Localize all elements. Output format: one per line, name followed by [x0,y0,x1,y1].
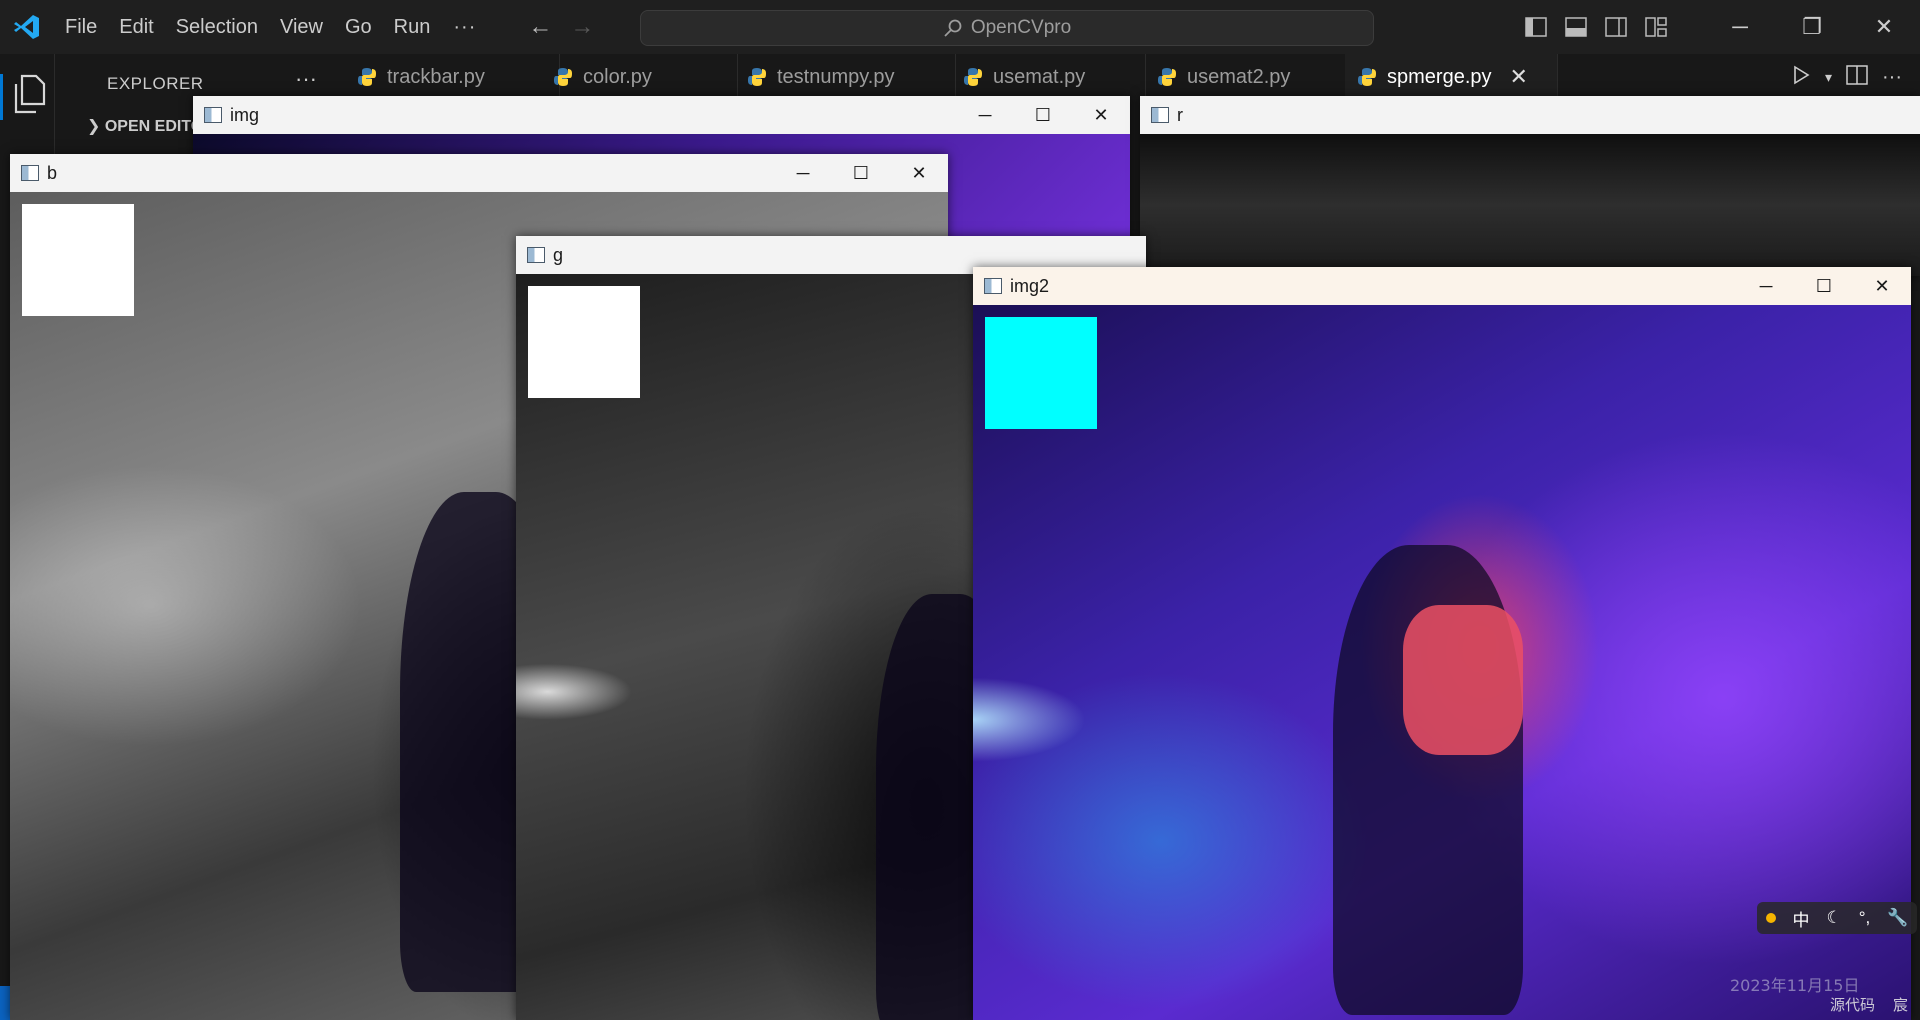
tab-label: testnumpy.py [777,65,895,88]
tab-color[interactable]: color.py [541,54,738,100]
maximize-icon[interactable]: ☐ [832,154,890,192]
tab-label: spmerge.py [1387,65,1492,88]
watermark-date: 2023年11月15日 [1730,976,1860,995]
remote-indicator[interactable] [0,986,10,1020]
cv-window-titlebar[interactable]: b ─ ☐ ✕ [10,154,948,193]
cv-window-title: b [47,162,58,183]
explorer-icon[interactable] [12,74,46,119]
opencv-app-icon [527,247,545,263]
minimize-icon[interactable]: ─ [956,96,1014,134]
explorer-title: EXPLORER [107,74,204,93]
python-file-icon [748,68,766,86]
editor-actions: ▾ ··· [1791,54,1920,100]
customize-layout-icon[interactable] [1636,0,1676,54]
tab-close-icon[interactable]: ✕ [1510,64,1528,90]
ime-toolbar[interactable]: 中 ☾ °, 🔧 [1757,902,1917,934]
search-text: OpenCVpro [970,17,1072,38]
run-python-icon[interactable] [1791,65,1811,90]
python-file-icon [358,68,376,86]
cv-window-title: img2 [1010,275,1050,296]
menu-go[interactable]: Go [334,0,383,54]
color-swatch [22,204,134,316]
maximize-icon[interactable]: ☐ [1795,267,1853,305]
maximize-icon[interactable]: ☐ [1014,96,1072,134]
close-icon[interactable]: ✕ [1072,96,1130,134]
opencv-app-icon [21,165,39,181]
cv-window-titlebar[interactable]: img2 ─ ☐ ✕ [973,267,1911,306]
punctuation-icon[interactable]: °, [1859,908,1871,928]
split-editor-icon[interactable] [1846,64,1868,90]
performer-shirt [1403,605,1523,755]
opencv-app-icon [204,107,222,123]
toggle-primary-sidebar-icon[interactable] [1516,0,1556,54]
forward-arrow-icon[interactable]: → [570,13,594,41]
ime-language[interactable]: 中 [1793,906,1810,931]
image-canvas [1140,134,1920,276]
vscode-logo-icon [0,0,54,54]
minimize-icon[interactable]: ─ [1704,0,1776,54]
python-file-icon [1358,68,1376,86]
watermark-name: 宸 [1893,996,1909,1014]
color-swatch [528,286,640,398]
cv-window-title: img [230,104,260,125]
wrench-icon[interactable]: 🔧 [1887,908,1908,928]
explorer-more-actions[interactable]: ··· [295,66,317,92]
cv-window-title: r [1177,104,1183,125]
tab-testnumpy[interactable]: testnumpy.py [735,54,956,100]
tab-usemat2[interactable]: usemat2.py [1145,54,1348,100]
menu-edit[interactable]: Edit [108,0,164,54]
chevron-down-icon[interactable]: ▾ [1825,69,1832,86]
active-indicator [0,74,3,120]
tab-label: usemat2.py [1187,65,1291,88]
python-file-icon [1158,68,1176,86]
tab-spmerge[interactable]: spmerge.py ✕ [1345,54,1558,100]
editor-tab-bar: trackbar.py color.py testnumpy.py usemat… [345,54,1920,100]
opencv-app-icon [1151,107,1169,123]
tab-usemat[interactable]: usemat.py [951,54,1146,100]
cv-window-title: g [553,244,564,265]
watermark-source: 源代码 [1830,996,1876,1014]
color-swatch [985,317,1097,429]
tab-trackbar[interactable]: trackbar.py [345,54,560,100]
menu-more-button[interactable]: ··· [441,16,488,39]
close-icon[interactable]: ✕ [890,154,948,192]
more-actions-icon[interactable]: ··· [1882,66,1902,89]
command-center-search[interactable]: OpenCVpro [640,10,1374,46]
minimize-icon[interactable]: ─ [774,154,832,192]
python-file-icon [554,68,572,86]
tab-label: trackbar.py [387,65,485,88]
opencv-app-icon [984,278,1002,294]
search-icon [944,19,962,37]
toggle-secondary-sidebar-icon[interactable] [1596,0,1636,54]
menu-run[interactable]: Run [383,0,442,54]
close-icon[interactable]: ✕ [1853,267,1911,305]
minimize-icon[interactable]: ─ [1737,267,1795,305]
menu-view[interactable]: View [269,0,334,54]
ime-status-icon [1765,913,1776,923]
menu-selection[interactable]: Selection [165,0,269,54]
python-file-icon [964,68,982,86]
back-arrow-icon[interactable]: ← [528,13,552,41]
cv-window-titlebar[interactable]: img ─ ☐ ✕ [193,96,1130,135]
cv-window-r[interactable]: r [1140,96,1920,276]
menu-file[interactable]: File [54,0,108,54]
moon-icon[interactable]: ☾ [1827,908,1842,928]
close-icon[interactable]: ✕ [1848,0,1920,54]
chevron-right-icon: ❯ [87,118,101,135]
restore-icon[interactable]: ❐ [1776,0,1848,54]
cv-window-titlebar[interactable]: r [1140,96,1920,135]
tab-label: color.py [583,65,652,88]
tab-label: usemat.py [993,65,1086,88]
toggle-panel-icon[interactable] [1556,0,1596,54]
